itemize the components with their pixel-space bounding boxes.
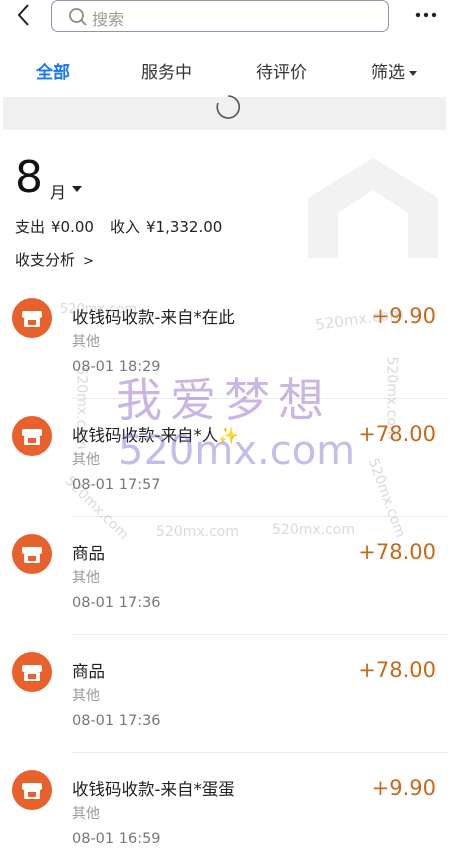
transaction-title: 收钱码收款-来自*在此 bbox=[72, 308, 235, 327]
shop-icon bbox=[22, 783, 42, 799]
month-number[interactable]: 8 bbox=[15, 152, 43, 203]
transaction-row[interactable]: 商品其他 08-01 17:36 +78.00 bbox=[0, 526, 458, 644]
row-divider bbox=[72, 752, 448, 753]
merchant-avatar bbox=[12, 652, 52, 692]
transaction-title: 商品 bbox=[72, 662, 105, 681]
analysis-label: 收支分析 bbox=[15, 251, 76, 269]
transaction-amount: +78.00 bbox=[358, 540, 436, 564]
merchant-avatar bbox=[12, 770, 52, 810]
top-bar: 搜索 bbox=[0, 0, 458, 40]
transaction-category: 其他 bbox=[72, 452, 100, 468]
transaction-time: 08-01 16:59 bbox=[72, 831, 161, 847]
search-icon bbox=[69, 8, 87, 26]
transaction-row[interactable]: 收钱码收款-来自*蛋蛋 其他 08-01 16:59 +9.90 bbox=[0, 762, 458, 850]
more-options-icon[interactable] bbox=[414, 8, 438, 22]
transaction-row[interactable]: 商品其他 08-01 17:36 +78.00 bbox=[0, 644, 458, 762]
income-label: 收入 bbox=[109, 218, 140, 236]
back-arrow-icon[interactable] bbox=[12, 2, 38, 28]
transaction-amount: +78.00 bbox=[358, 422, 436, 446]
shop-icon bbox=[22, 665, 42, 681]
transaction-time: 08-01 17:36 bbox=[72, 713, 161, 729]
search-input[interactable]: 搜索 bbox=[51, 0, 389, 32]
transaction-category: 其他 bbox=[72, 570, 100, 586]
watermark-domain: 520mx.com bbox=[118, 428, 356, 474]
tab-filter-label: 筛选 bbox=[371, 63, 405, 83]
month-totals: 支出 ¥0.00 收入 ¥1,332.00 bbox=[15, 216, 228, 237]
shop-icon bbox=[22, 311, 42, 327]
shop-icon bbox=[22, 429, 42, 445]
transaction-amount: +9.90 bbox=[371, 776, 436, 800]
month-summary: 8 月 支出 ¥0.00 收入 ¥1,332.00 收支分析 > bbox=[0, 138, 458, 278]
transaction-category: 其他 bbox=[72, 334, 100, 350]
month-dropdown-icon[interactable] bbox=[72, 186, 82, 192]
row-divider bbox=[72, 516, 448, 517]
transaction-category: 其他 bbox=[72, 806, 100, 822]
transaction-title: 收钱码收款-来自*蛋蛋 bbox=[72, 780, 235, 799]
expense-label: 支出 bbox=[15, 218, 46, 236]
shop-icon bbox=[22, 547, 42, 563]
transaction-title: 商品 bbox=[72, 544, 105, 563]
month-unit[interactable]: 月 bbox=[50, 179, 66, 203]
merchant-avatar bbox=[12, 416, 52, 456]
transaction-time: 08-01 17:57 bbox=[72, 477, 161, 493]
merchant-avatar bbox=[12, 534, 52, 574]
transaction-time: 08-01 17:36 bbox=[72, 595, 161, 611]
expense-value: ¥0.00 bbox=[51, 218, 94, 236]
transaction-amount: +78.00 bbox=[358, 658, 436, 682]
background-decoration bbox=[308, 158, 438, 258]
tab-all[interactable]: 全部 bbox=[36, 58, 70, 83]
transaction-amount: +9.90 bbox=[371, 304, 436, 328]
loading-spinner-icon bbox=[216, 95, 240, 119]
tab-pending-review[interactable]: 待评价 bbox=[256, 58, 307, 83]
income-value: ¥1,332.00 bbox=[145, 218, 223, 236]
tab-filter[interactable]: 筛选 bbox=[371, 58, 417, 83]
pull-to-refresh bbox=[3, 95, 446, 130]
income-expense-analysis-link[interactable]: 收支分析 > bbox=[15, 249, 94, 270]
row-divider bbox=[72, 634, 448, 635]
merchant-avatar bbox=[12, 298, 52, 338]
chevron-right-icon: > bbox=[83, 254, 94, 269]
watermark-text: 我爱梦想 bbox=[116, 373, 332, 427]
search-placeholder: 搜索 bbox=[92, 10, 125, 29]
tab-in-service[interactable]: 服务中 bbox=[141, 58, 192, 83]
caret-down-icon bbox=[409, 70, 417, 76]
filter-tabs: 全部 服务中 待评价 筛选 bbox=[0, 52, 458, 86]
transaction-category: 其他 bbox=[72, 688, 100, 704]
